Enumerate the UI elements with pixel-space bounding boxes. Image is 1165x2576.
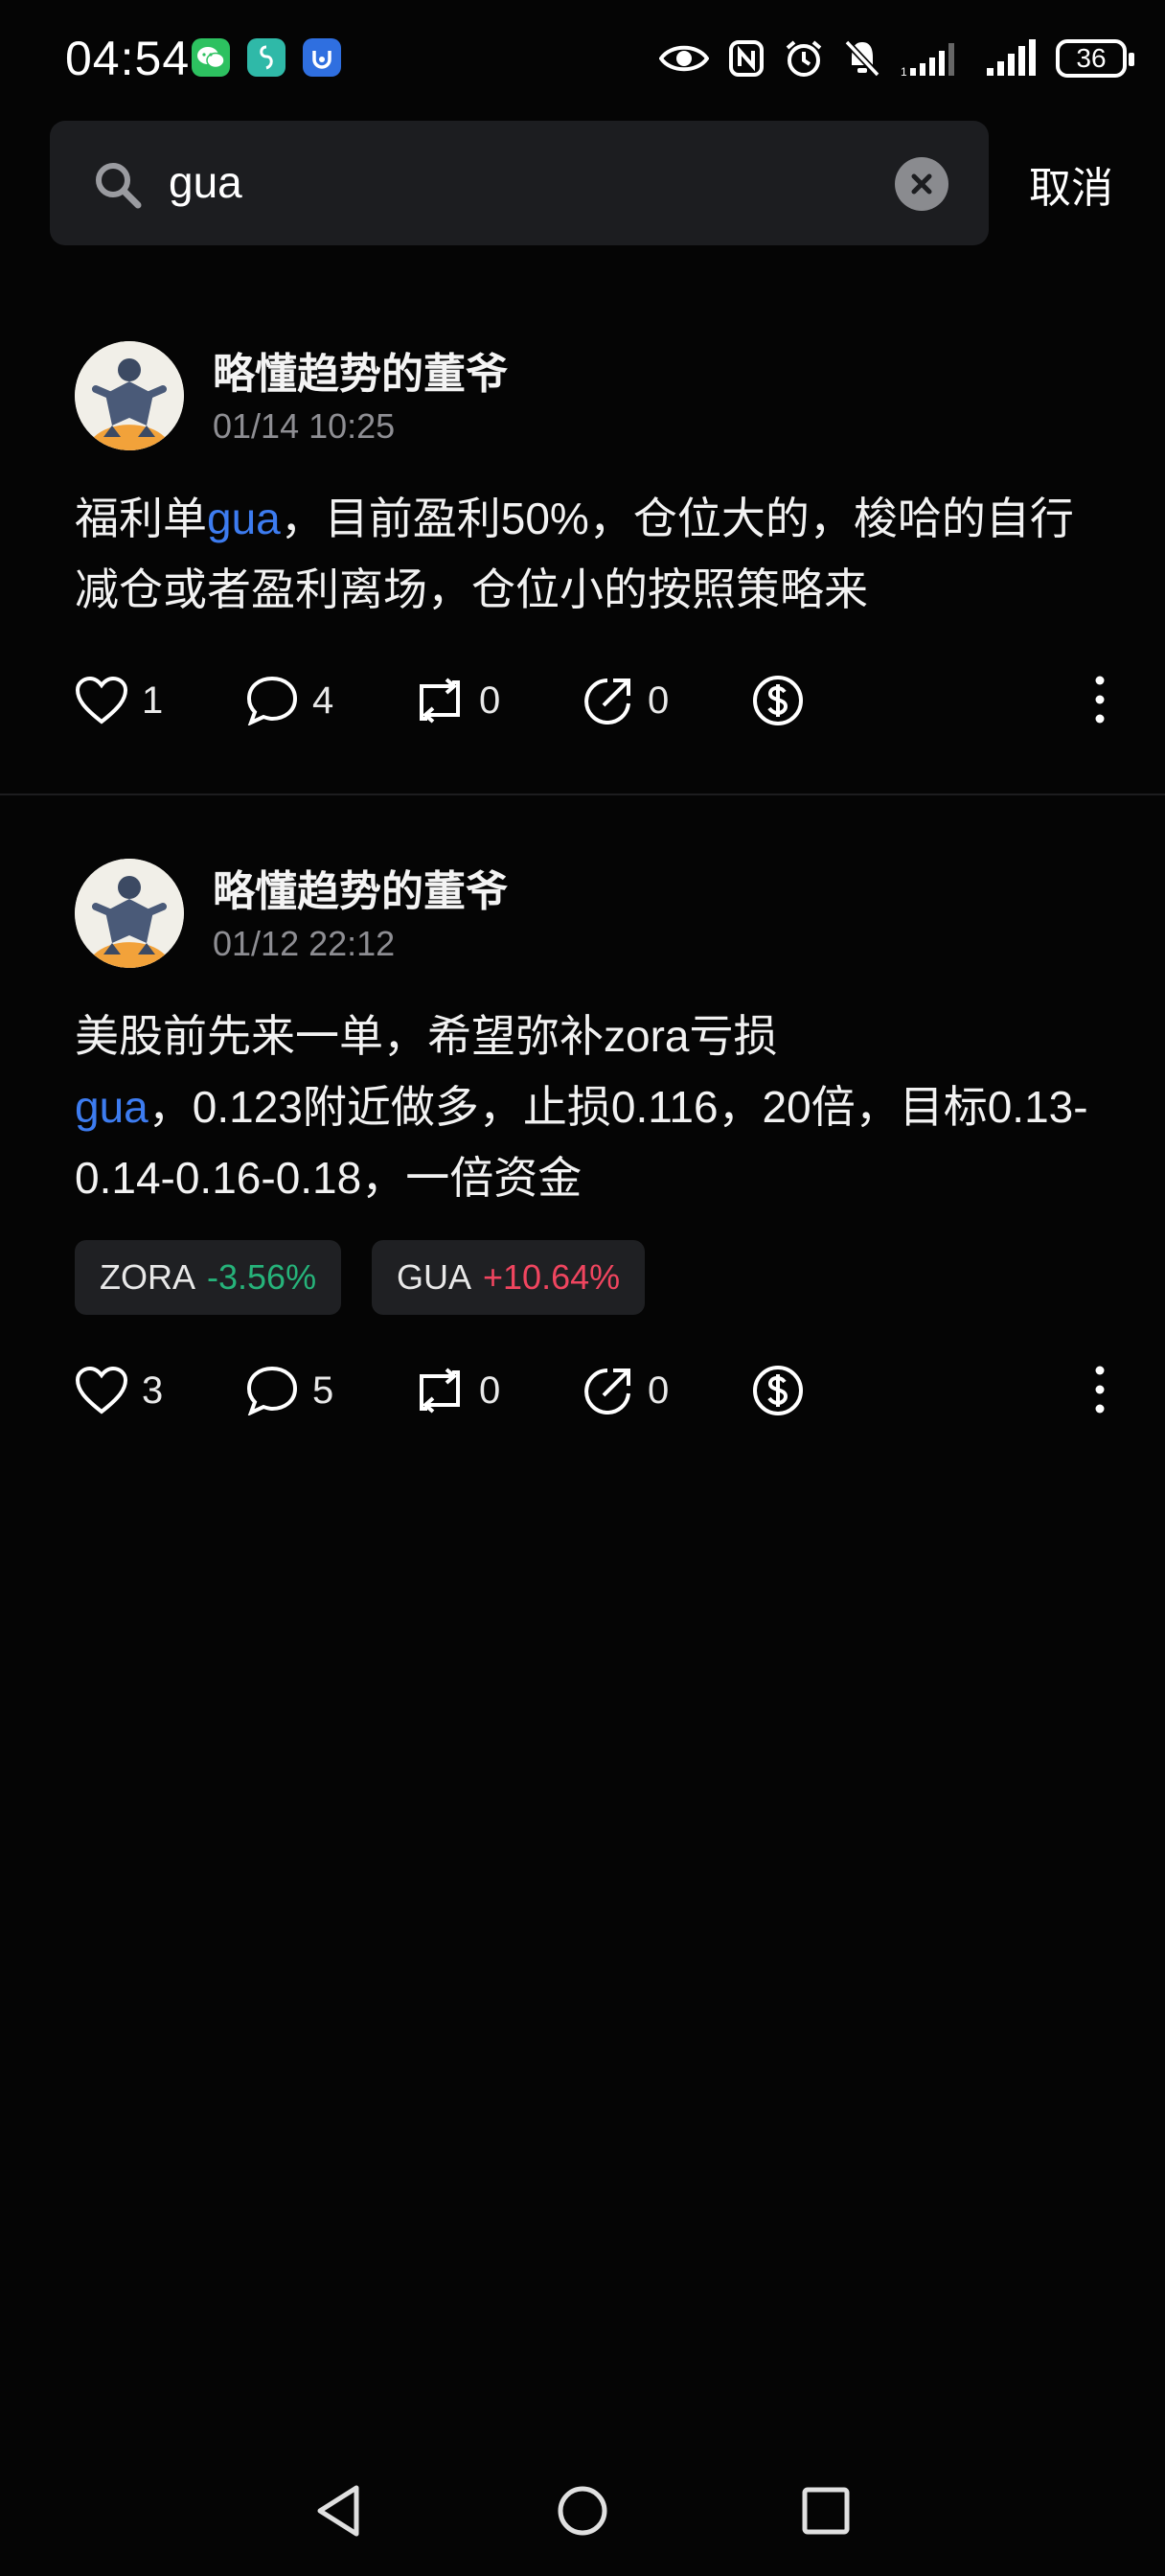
like-count: 3 xyxy=(142,1368,164,1412)
more-options-icon[interactable] xyxy=(1090,673,1109,726)
share-count: 0 xyxy=(648,678,670,722)
repost-icon xyxy=(420,1368,460,1414)
repost-count: 0 xyxy=(479,1368,501,1412)
dollar-icon xyxy=(753,676,803,725)
search-input[interactable] xyxy=(169,153,916,211)
comment-count: 4 xyxy=(312,678,334,722)
repost-icon xyxy=(420,678,460,724)
share-icon xyxy=(584,678,630,724)
signal-icon xyxy=(987,39,1036,76)
post-content[interactable]: 美股前先来一单，希望弥补zora亏损 gua，0.123附近做多，止损0.116，… xyxy=(75,1000,1109,1213)
search-bar[interactable] xyxy=(50,121,989,245)
close-icon xyxy=(911,173,932,195)
tag-symbol: ZORA xyxy=(100,1257,196,1297)
battery-indicator: 36 xyxy=(1056,39,1134,78)
post-time: 01/12 22:12 xyxy=(213,924,396,963)
recents-icon[interactable] xyxy=(799,2482,853,2540)
home-icon[interactable] xyxy=(556,2482,609,2540)
wechat-icon xyxy=(192,38,230,77)
repost-button[interactable]: 0 xyxy=(414,1357,500,1424)
comment-icon xyxy=(246,676,298,725)
system-status-icons: 1 36 xyxy=(659,34,1134,82)
post-actions: 3 5 0 0 xyxy=(75,1357,1109,1424)
mute-icon xyxy=(844,39,880,78)
comment-button[interactable]: 4 xyxy=(245,667,333,734)
tag-change: -3.56% xyxy=(207,1257,317,1297)
cancel-button[interactable]: 取消 xyxy=(1029,153,1113,215)
share-button[interactable]: 0 xyxy=(582,1357,669,1424)
status-bar: 04:54 1 36 xyxy=(0,0,1165,115)
comment-count: 5 xyxy=(312,1368,334,1412)
author-name[interactable]: 略懂趋势的董爷 xyxy=(213,857,508,918)
post-content[interactable]: 福利单gua，目前盈利50%，仓位大的，梭哈的自行减仓或者盈利离场，仓位小的按照… xyxy=(75,483,1109,625)
tip-button[interactable] xyxy=(751,1357,805,1424)
tip-button[interactable] xyxy=(751,667,805,734)
back-icon[interactable] xyxy=(312,2482,366,2540)
share-count: 0 xyxy=(648,1368,670,1412)
like-button[interactable]: 3 xyxy=(75,1357,163,1424)
eye-icon xyxy=(659,45,709,72)
token-link-gua[interactable]: gua xyxy=(207,494,281,543)
heart-icon xyxy=(75,1366,128,1414)
tag-symbol: GUA xyxy=(397,1257,472,1297)
token-tag-gua[interactable]: GUA +10.64% xyxy=(372,1240,646,1315)
avatar[interactable] xyxy=(75,859,184,968)
battery-level: 36 xyxy=(1076,43,1107,73)
author-name[interactable]: 略懂趋势的董爷 xyxy=(213,339,508,401)
post-divider xyxy=(0,794,1165,795)
like-button[interactable]: 1 xyxy=(75,667,163,734)
search-icon xyxy=(96,163,142,209)
more-options-icon[interactable] xyxy=(1090,1363,1109,1416)
svg-text:1: 1 xyxy=(901,65,907,78)
comment-button[interactable]: 5 xyxy=(245,1357,333,1424)
post-text: 美股前先来一单，希望弥补zora亏损 xyxy=(75,1011,778,1061)
status-time: 04:54 xyxy=(65,32,191,85)
clear-search-button[interactable] xyxy=(895,157,948,211)
dollar-icon xyxy=(753,1366,803,1415)
post-time: 01/14 10:25 xyxy=(213,406,396,446)
repost-count: 0 xyxy=(479,678,501,722)
share-button[interactable]: 0 xyxy=(582,667,669,734)
token-link-gua[interactable]: gua xyxy=(75,1082,148,1132)
nfc-icon xyxy=(729,40,764,77)
post-text: ，0.123附近做多，止损0.116，20倍，目标0.13-0.14-0.16-… xyxy=(75,1082,1088,1203)
post-text: 福利单 xyxy=(75,494,207,543)
post-actions: 1 4 0 0 xyxy=(75,667,1109,734)
share-icon xyxy=(584,1368,630,1414)
tag-change: +10.64% xyxy=(483,1257,621,1297)
avatar[interactable] xyxy=(75,341,184,450)
like-count: 1 xyxy=(142,678,164,722)
token-tag-zora[interactable]: ZORA -3.56% xyxy=(75,1240,342,1315)
system-navigation-bar xyxy=(0,2472,1165,2549)
app-icon-blue xyxy=(303,38,341,77)
comment-icon xyxy=(246,1366,298,1415)
app-icon-green xyxy=(247,38,286,77)
heart-icon xyxy=(75,676,128,724)
signal-icon: 1 xyxy=(901,43,954,78)
repost-button[interactable]: 0 xyxy=(414,667,500,734)
alarm-icon xyxy=(786,40,822,77)
